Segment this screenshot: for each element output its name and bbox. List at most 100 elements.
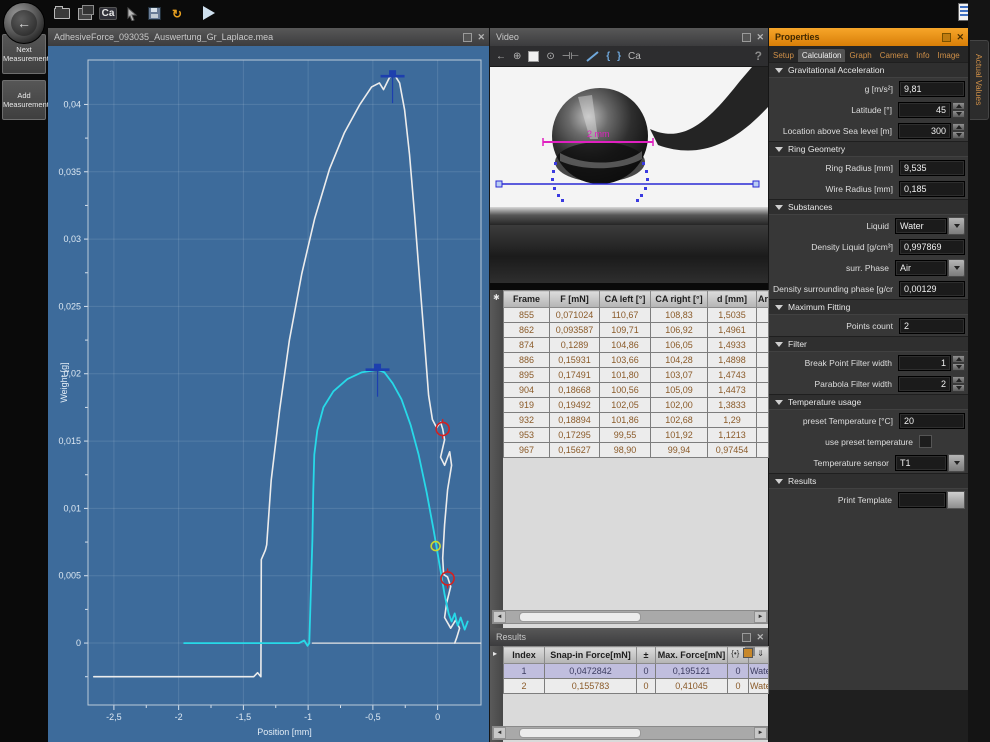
value-field[interactable]: 9,81: [899, 81, 965, 97]
tab-calculation[interactable]: Calculation: [798, 49, 846, 62]
table-cell[interactable]: 1,1213: [708, 428, 757, 443]
value-field[interactable]: 0,997869: [899, 239, 965, 255]
results-cell[interactable]: 2: [504, 679, 545, 694]
play-button[interactable]: [203, 6, 215, 20]
checkbox[interactable]: [919, 435, 932, 448]
table-cell[interactable]: 110,67: [600, 308, 651, 323]
close-icon[interactable]: ✕: [477, 33, 485, 42]
table-cell[interactable]: 932: [504, 413, 550, 428]
value-field[interactable]: 20: [899, 413, 965, 429]
frame-table-header[interactable]: Frame: [504, 291, 550, 308]
tab-camera[interactable]: Camera: [876, 49, 912, 62]
pin-icon[interactable]: [463, 33, 472, 42]
results-row[interactable]: 10,047284200,1951210Water: [504, 664, 769, 679]
fit-icon[interactable]: {•}: [731, 649, 739, 658]
table-cell[interactable]: 104,28: [651, 353, 708, 368]
table-cell[interactable]: 106,92: [651, 323, 708, 338]
table-cell[interactable]: 103,66: [600, 353, 651, 368]
table-cell[interactable]: [757, 398, 769, 413]
frame-table-header[interactable]: F [mN]: [550, 291, 600, 308]
add-measurement-button[interactable]: Add Measurement: [2, 80, 46, 120]
results-header[interactable]: ±: [637, 647, 656, 664]
spinner[interactable]: [952, 376, 965, 392]
results-cell[interactable]: Water: [749, 664, 769, 679]
right-contact-angle-icon[interactable]: }: [617, 51, 621, 62]
table-cell[interactable]: [757, 323, 769, 338]
table-cell[interactable]: 0,17491: [550, 368, 600, 383]
table-cell[interactable]: 0,15931: [550, 353, 600, 368]
table-cell[interactable]: 104,86: [600, 338, 651, 353]
value-field[interactable]: [898, 492, 946, 508]
measurement-chart[interactable]: -2,5-2-1,5-1-0,5000,0050,010,0150,020,02…: [48, 46, 489, 742]
table-cell[interactable]: 0,1289: [550, 338, 600, 353]
section-header[interactable]: Filter: [769, 336, 968, 352]
dropdown-value[interactable]: Water: [895, 218, 947, 234]
copy-icon[interactable]: [743, 648, 753, 658]
table-row[interactable]: 8740,1289104,86106,051,4933: [504, 338, 769, 353]
refresh-button[interactable]: ↻: [168, 5, 186, 22]
table-row[interactable]: 9040,18668100,56105,091,4473: [504, 383, 769, 398]
table-cell[interactable]: [757, 428, 769, 443]
max-force-marker-1[interactable]: [366, 364, 390, 397]
table-row[interactable]: 8620,093587109,71106,921,4961: [504, 323, 769, 338]
table-cell[interactable]: 1,4961: [708, 323, 757, 338]
results-row[interactable]: 20,15578300,410450Water: [504, 679, 769, 694]
scroll-thumb[interactable]: [519, 612, 641, 622]
table-cell[interactable]: 0,17295: [550, 428, 600, 443]
section-header[interactable]: Temperature usage: [769, 394, 968, 410]
new-window-button[interactable]: [76, 5, 94, 22]
table-cell[interactable]: 99,55: [600, 428, 651, 443]
results-cell[interactable]: 1: [504, 664, 545, 679]
row-selector-gutter[interactable]: ✱: [490, 290, 503, 628]
table-cell[interactable]: 109,71: [600, 323, 651, 338]
table-cell[interactable]: 101,92: [651, 428, 708, 443]
table-cell[interactable]: 862: [504, 323, 550, 338]
left-contact-angle-icon[interactable]: {: [606, 51, 610, 62]
table-cell[interactable]: 0,18668: [550, 383, 600, 398]
table-cell[interactable]: 103,07: [651, 368, 708, 383]
table-cell[interactable]: 108,83: [651, 308, 708, 323]
table-cell[interactable]: 855: [504, 308, 550, 323]
results-cell[interactable]: 0: [637, 664, 656, 679]
stop-icon[interactable]: [528, 51, 539, 62]
table-cell[interactable]: 106,05: [651, 338, 708, 353]
table-cell[interactable]: 100,56: [600, 383, 651, 398]
spinner[interactable]: [952, 123, 965, 139]
table-cell[interactable]: 0,15627: [550, 443, 600, 458]
results-cell[interactable]: 0: [637, 679, 656, 694]
open-file-button[interactable]: [53, 5, 71, 22]
pin-icon[interactable]: [942, 33, 951, 42]
zoom-icon[interactable]: ⊙: [546, 51, 554, 62]
table-cell[interactable]: 904: [504, 383, 550, 398]
table-row[interactable]: 9530,1729599,55101,921,1213: [504, 428, 769, 443]
table-cell[interactable]: 967: [504, 443, 550, 458]
table-cell[interactable]: 105,09: [651, 383, 708, 398]
table-cell[interactable]: 0,18894: [550, 413, 600, 428]
pin-icon[interactable]: [742, 33, 751, 42]
value-field[interactable]: 1: [898, 355, 951, 371]
table-row[interactable]: 8860,15931103,66104,281,4898: [504, 353, 769, 368]
value-field[interactable]: 0,00129: [899, 281, 965, 297]
chevron-down-icon[interactable]: [948, 454, 965, 472]
table-cell[interactable]: 1,3833: [708, 398, 757, 413]
scroll-left-icon[interactable]: ◄: [493, 727, 506, 739]
table-row[interactable]: 9190,19492102,05102,001,3833: [504, 398, 769, 413]
results-header[interactable]: Snap-in Force[mN]: [545, 647, 637, 664]
frame-table-header[interactable]: CA right [°]: [651, 291, 708, 308]
section-header[interactable]: Gravitational Acceleration: [769, 62, 968, 78]
table-cell[interactable]: [757, 353, 769, 368]
contact-angle-button[interactable]: Ca: [99, 5, 117, 22]
section-header[interactable]: Maximum Fitting: [769, 299, 968, 315]
actual-values-tab[interactable]: Actual Values: [970, 40, 989, 120]
section-header[interactable]: Ring Geometry: [769, 141, 968, 157]
table-row[interactable]: 9320,18894101,86102,681,29: [504, 413, 769, 428]
results-cell[interactable]: 0,0472842: [545, 664, 637, 679]
table-cell[interactable]: [757, 443, 769, 458]
table-cell[interactable]: 886: [504, 353, 550, 368]
chevron-down-icon[interactable]: [948, 217, 965, 235]
tab-setup[interactable]: Setup: [769, 49, 798, 62]
video-help-icon[interactable]: ?: [755, 49, 762, 63]
pin-small-icon[interactable]: ⇓: [757, 649, 764, 658]
spinner[interactable]: [952, 102, 965, 118]
table-cell[interactable]: 1,4898: [708, 353, 757, 368]
